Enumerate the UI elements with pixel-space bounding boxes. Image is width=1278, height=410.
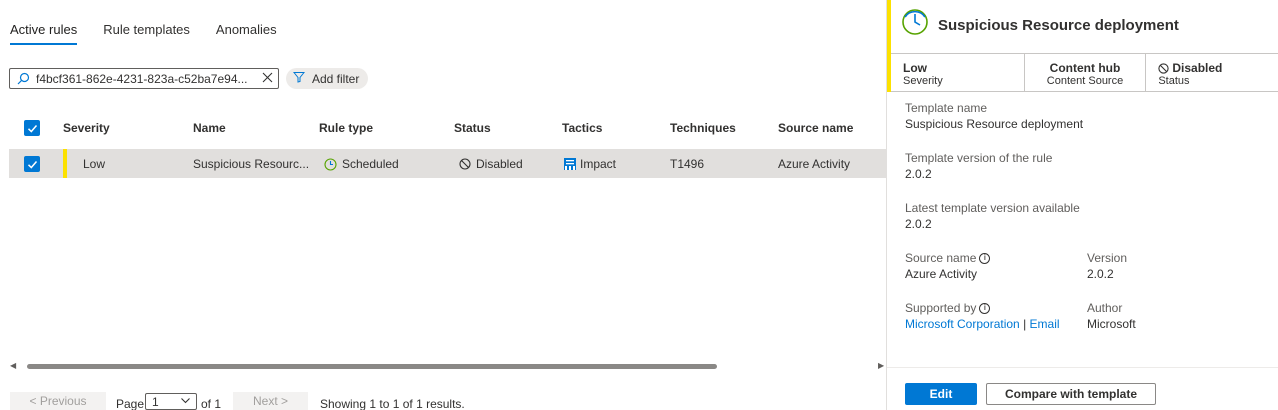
- summary-content-source-value: Content hub: [1049, 61, 1121, 75]
- supported-by-separator: |: [1023, 317, 1027, 331]
- table-row[interactable]: Low Suspicious Resourc... Scheduled Disa…: [9, 149, 886, 178]
- template-name-field: Template name Suspicious Resource deploy…: [905, 100, 1083, 132]
- next-button[interactable]: Next >: [233, 392, 308, 410]
- filter-icon: [292, 71, 306, 86]
- supported-by-label: Supported by: [905, 301, 977, 315]
- search-box[interactable]: f4bcf361-862e-4231-823a-c52ba7e94...: [9, 68, 279, 89]
- template-version-value: 2.0.2: [905, 167, 932, 181]
- tab-active-rules[interactable]: Active rules: [10, 22, 78, 45]
- author-value: Microsoft: [1087, 317, 1136, 331]
- summary-strip: Low Severity Content hub Content Source …: [891, 53, 1278, 92]
- summary-severity-value: Low: [903, 61, 927, 75]
- template-name-value: Suspicious Resource deployment: [905, 117, 1084, 131]
- rule-type-label: Scheduled: [342, 157, 399, 171]
- cell-techniques: T1496: [670, 157, 705, 171]
- cell-rule-type: Scheduled: [324, 157, 399, 171]
- cell-severity: Low: [83, 157, 106, 171]
- column-header-tactics[interactable]: Tactics: [562, 121, 602, 135]
- clock-icon: [901, 8, 929, 36]
- summary-content-source: Content hub Content Source: [1025, 54, 1147, 91]
- rule-details-panel: Suspicious Resource deployment Low Sever…: [886, 0, 1278, 410]
- disabled-icon: [459, 158, 471, 170]
- tab-rule-templates[interactable]: Rule templates: [103, 22, 190, 44]
- select-all-checkbox[interactable]: [24, 120, 40, 136]
- supported-by-label-row: Supported by i: [905, 300, 1060, 316]
- version-label: Version: [1087, 251, 1128, 265]
- summary-status-label: Status: [1158, 75, 1190, 87]
- summary-severity-label: Severity: [903, 75, 943, 87]
- cell-source-name: Azure Activity: [778, 157, 851, 171]
- row-checkbox[interactable]: [24, 156, 40, 172]
- horizontal-scrollbar[interactable]: ◀ ▶: [10, 362, 886, 370]
- compare-with-template-button[interactable]: Compare with template: [986, 383, 1156, 405]
- info-icon[interactable]: i: [979, 252, 991, 264]
- column-header-status[interactable]: Status: [454, 121, 491, 135]
- panel-title: Suspicious Resource deployment: [938, 17, 1179, 34]
- summary-status-row: Disabled: [1158, 61, 1278, 75]
- column-header-rule-type[interactable]: Rule type: [319, 121, 373, 135]
- summary-content-source-label: Content Source: [1046, 75, 1124, 87]
- cell-tactics: Impact: [563, 157, 616, 171]
- results-summary: Showing 1 to 1 of 1 results.: [320, 397, 465, 410]
- source-name-value: Azure Activity: [905, 267, 978, 281]
- template-version-field: Template version of the rule 2.0.2: [905, 150, 1052, 182]
- scrollbar-thumb[interactable]: [27, 364, 717, 369]
- source-name-label-row: Source name i: [905, 250, 991, 266]
- info-icon[interactable]: i: [979, 302, 991, 314]
- search-input[interactable]: f4bcf361-862e-4231-823a-c52ba7e94...: [36, 72, 256, 86]
- email-link[interactable]: Email: [1030, 317, 1060, 331]
- summary-status: Disabled Status: [1146, 54, 1278, 91]
- chevron-down-icon: [180, 395, 191, 409]
- edit-button[interactable]: Edit: [905, 383, 977, 405]
- page-select-value: 1: [152, 394, 159, 409]
- supported-by-value-row: Microsoft Corporation | Email: [905, 316, 1060, 332]
- clock-icon: [324, 157, 337, 171]
- pagination: < Previous Page 1 of 1 Next > Showing 1 …: [0, 392, 886, 410]
- page-select[interactable]: 1: [145, 393, 197, 410]
- previous-button[interactable]: < Previous: [10, 392, 106, 410]
- cell-name: Suspicious Resourc...: [193, 157, 310, 171]
- latest-version-field: Latest template version available 2.0.2: [905, 200, 1080, 232]
- search-icon: [10, 72, 36, 85]
- page-count: of 1: [201, 397, 222, 410]
- tactics-label: Impact: [580, 157, 617, 171]
- summary-status-value: Disabled: [1172, 61, 1223, 75]
- template-version-label: Template version of the rule: [905, 151, 1053, 165]
- version-field: Version 2.0.2: [1087, 250, 1127, 282]
- add-filter-label: Add filter: [312, 71, 360, 86]
- rules-list-pane: Active rules Rule templates Anomalies f4…: [0, 0, 886, 410]
- supported-by-field: Supported by i Microsoft Corporation | E…: [905, 300, 1060, 332]
- column-header-source-name[interactable]: Source name: [778, 121, 853, 135]
- footer-divider: [887, 367, 1278, 368]
- table-header: Severity Name Rule type Status Tactics T…: [0, 115, 886, 141]
- add-filter-button[interactable]: Add filter: [286, 68, 369, 89]
- tab-anomalies[interactable]: Anomalies: [216, 22, 277, 44]
- cell-status: Disabled: [459, 157, 523, 171]
- column-header-severity[interactable]: Severity: [63, 121, 110, 135]
- latest-version-label: Latest template version available: [905, 201, 1080, 215]
- status-label: Disabled: [476, 157, 523, 171]
- column-header-techniques[interactable]: Techniques: [670, 121, 736, 135]
- microsoft-corporation-link[interactable]: Microsoft Corporation: [905, 317, 1020, 331]
- disabled-icon: [1158, 62, 1169, 74]
- impact-icon: [563, 157, 578, 171]
- template-name-label: Template name: [905, 101, 988, 115]
- tab-bar: Active rules Rule templates Anomalies: [10, 22, 303, 45]
- clear-search-icon[interactable]: [256, 70, 278, 87]
- source-name-field: Source name i Azure Activity: [905, 250, 991, 282]
- author-label: Author: [1087, 301, 1123, 315]
- severity-indicator: [63, 149, 67, 178]
- author-field: Author Microsoft: [1087, 300, 1136, 332]
- scroll-right-icon[interactable]: ▶: [878, 362, 886, 370]
- summary-severity: Low Severity: [891, 54, 1025, 91]
- page-label: Page: [116, 397, 145, 410]
- latest-version-value: 2.0.2: [905, 217, 932, 231]
- scroll-left-icon[interactable]: ◀: [10, 362, 18, 370]
- version-value: 2.0.2: [1087, 267, 1114, 281]
- column-header-name[interactable]: Name: [193, 121, 226, 135]
- source-name-label: Source name: [905, 251, 977, 265]
